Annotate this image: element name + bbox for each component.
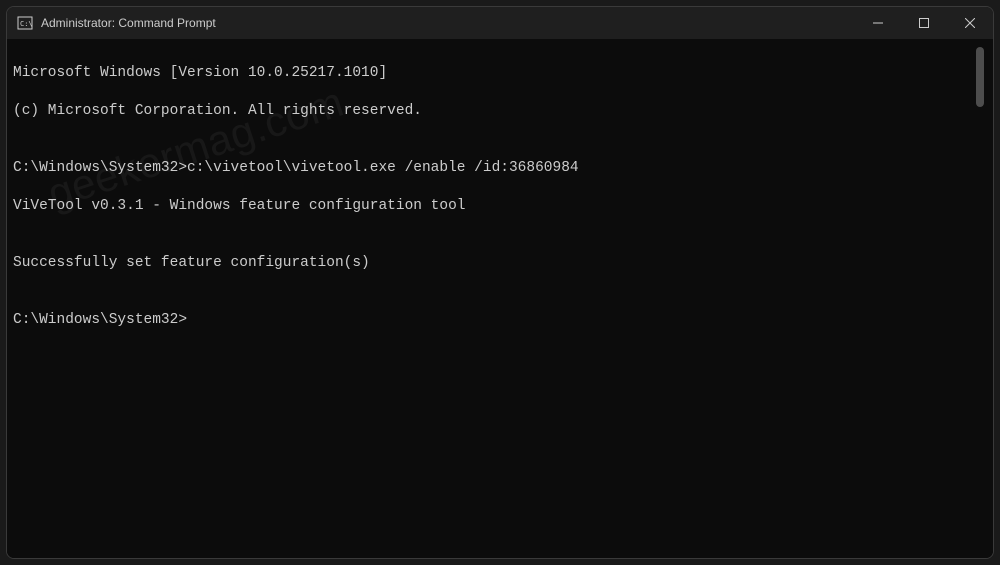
- console-area[interactable]: geekermag.com Microsoft Windows [Version…: [7, 39, 993, 558]
- svg-text:C:\: C:\: [20, 20, 33, 28]
- scrollbar-thumb[interactable]: [976, 47, 984, 107]
- output-line: C:\Windows\System32>c:\vivetool\vivetool…: [13, 159, 973, 178]
- scrollbar[interactable]: [973, 45, 987, 552]
- close-button[interactable]: [947, 7, 993, 39]
- output-line: Successfully set feature configuration(s…: [13, 254, 973, 273]
- minimize-button[interactable]: [855, 7, 901, 39]
- command-prompt-window: C:\ Administrator: Command Prompt geeker…: [6, 6, 994, 559]
- output-line: (c) Microsoft Corporation. All rights re…: [13, 102, 973, 121]
- window-controls: [855, 7, 993, 39]
- titlebar[interactable]: C:\ Administrator: Command Prompt: [7, 7, 993, 39]
- console-output[interactable]: Microsoft Windows [Version 10.0.25217.10…: [13, 45, 973, 552]
- prompt-line: C:\Windows\System32>: [13, 311, 973, 330]
- output-line: ViVeTool v0.3.1 - Windows feature config…: [13, 197, 973, 216]
- window-title: Administrator: Command Prompt: [41, 16, 216, 30]
- cmd-icon: C:\: [17, 15, 33, 31]
- output-line: Microsoft Windows [Version 10.0.25217.10…: [13, 64, 973, 83]
- maximize-button[interactable]: [901, 7, 947, 39]
